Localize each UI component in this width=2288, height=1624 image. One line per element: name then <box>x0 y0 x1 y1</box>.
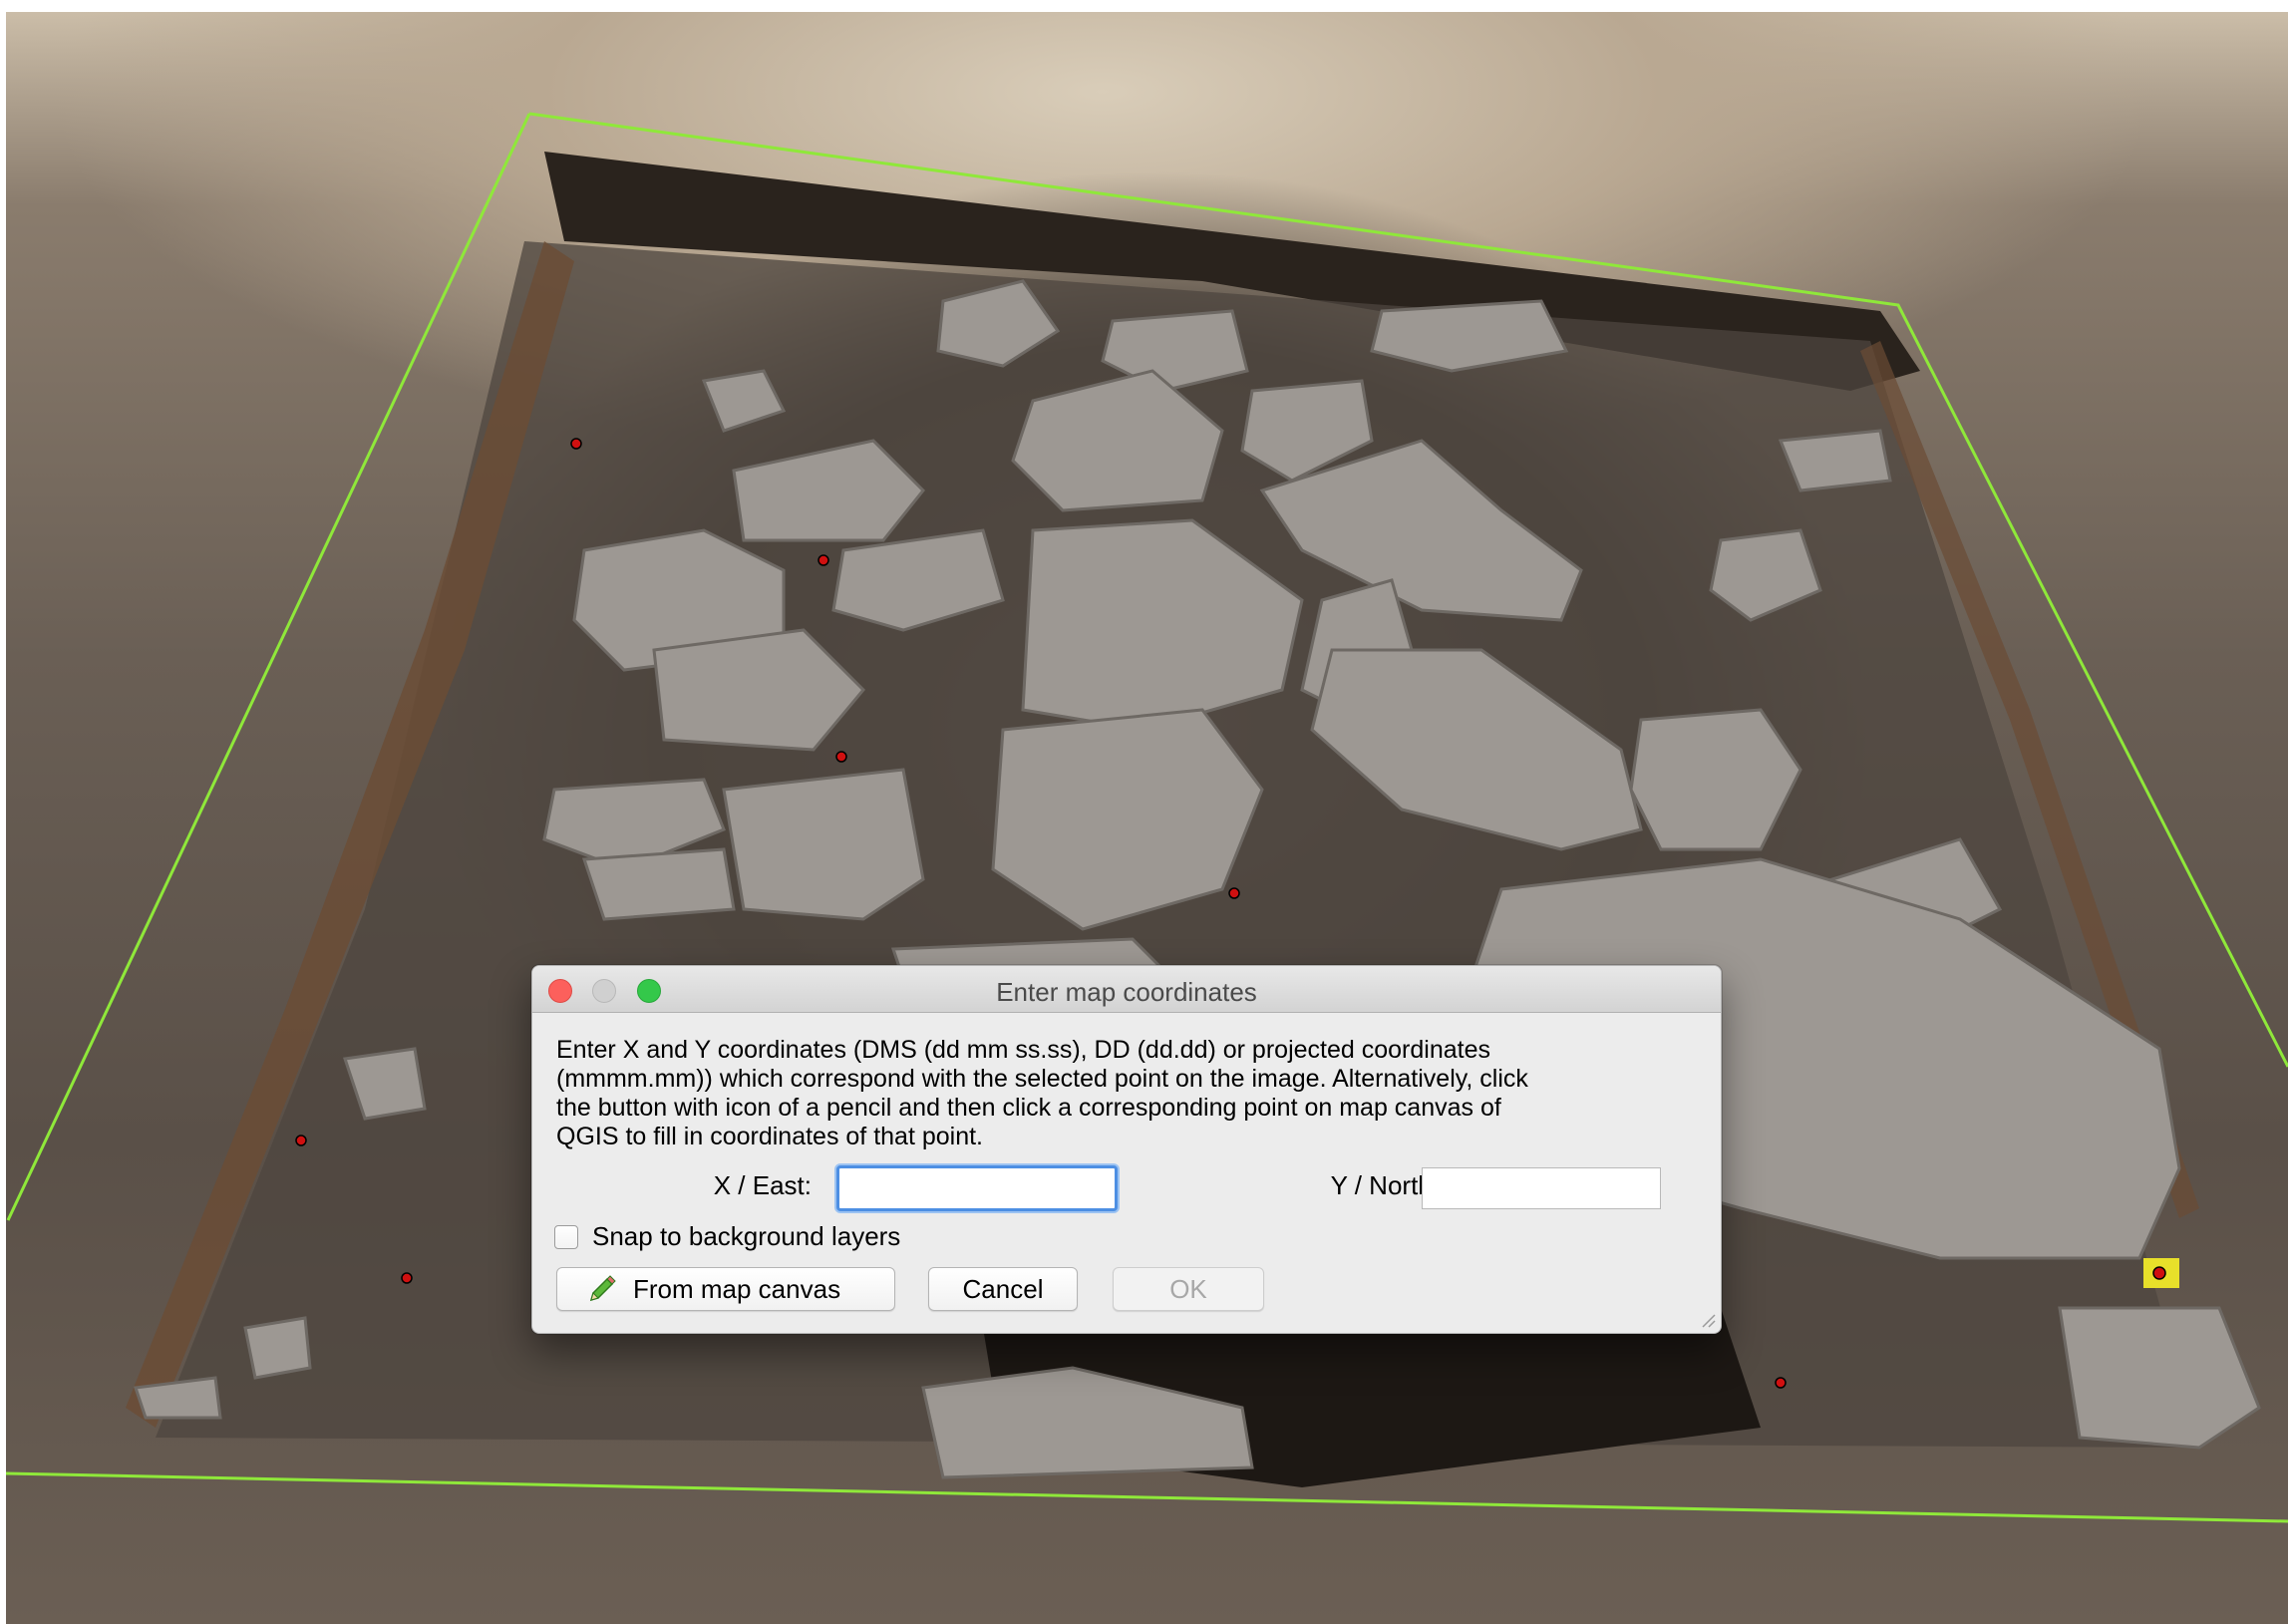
snap-option[interactable]: Snap to background layers <box>554 1221 900 1252</box>
gcp-marker <box>295 1135 307 1146</box>
gcp-marker <box>1775 1377 1787 1389</box>
y-north-label: Y / North: <box>1330 1170 1440 1200</box>
y-north-input[interactable] <box>1422 1167 1661 1209</box>
x-east-label: X / East: <box>713 1170 812 1200</box>
dialog-titlebar[interactable]: Enter map coordinates <box>532 966 1721 1013</box>
gcp-marker <box>1228 887 1240 899</box>
screen: Enter map coordinates Enter X and Y coor… <box>0 0 2288 1624</box>
ok-button[interactable]: OK <box>1113 1267 1264 1311</box>
enter-map-coordinates-dialog: Enter map coordinates Enter X and Y coor… <box>531 965 1722 1334</box>
gcp-marker <box>401 1272 413 1284</box>
dialog-title: Enter map coordinates <box>996 977 1257 1007</box>
from-map-canvas-button[interactable]: From map canvas <box>556 1267 895 1311</box>
from-map-canvas-label: From map canvas <box>633 1273 841 1304</box>
snap-checkbox[interactable] <box>554 1224 578 1249</box>
snap-label[interactable]: Snap to background layers <box>592 1221 900 1252</box>
boundary-string-bottom <box>6 1471 2288 1523</box>
pencil-icon <box>589 1275 616 1302</box>
georeferencer-image[interactable] <box>6 12 2288 1624</box>
gcp-marker <box>835 751 847 763</box>
cancel-button[interactable]: Cancel <box>928 1267 1078 1311</box>
gcp-marker <box>2152 1266 2166 1280</box>
resize-grip-icon[interactable] <box>1699 1311 1717 1329</box>
instructions-text: Enter X and Y coordinates (DMS (dd mm ss… <box>556 1036 1528 1150</box>
gcp-marker <box>817 554 829 566</box>
x-east-input[interactable] <box>836 1165 1118 1211</box>
excavation-photo <box>6 112 2288 1523</box>
gcp-marker <box>570 438 582 450</box>
